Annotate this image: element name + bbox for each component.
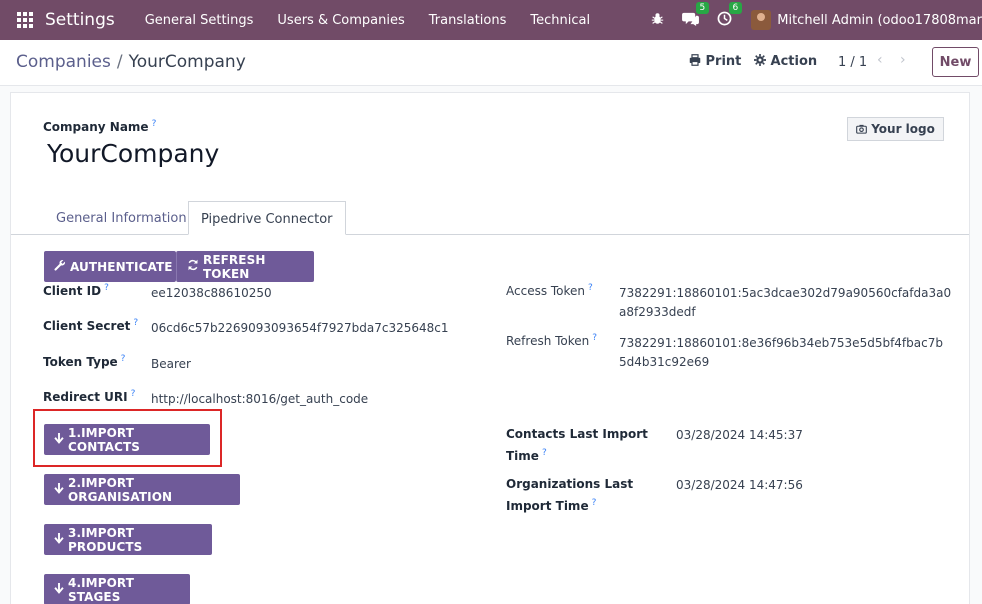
new-button[interactable]: New <box>932 47 979 77</box>
print-label: Print <box>705 54 742 69</box>
arrow-down-icon <box>54 582 64 597</box>
action-label: Action <box>770 54 818 69</box>
refresh-icon <box>187 259 199 274</box>
authenticate-button[interactable]: AUTHENTICATE <box>44 251 176 282</box>
import-contacts-button[interactable]: 1.IMPORT CONTACTS <box>44 424 210 455</box>
org-last-import-label-line-2: Import Time <box>506 499 589 513</box>
client-secret-value[interactable]: 06cd6c57b2269093093654f7927bda7c325648c1 <box>151 321 448 335</box>
arrow-down-icon <box>54 532 64 547</box>
help-icon[interactable]: ? <box>542 448 547 458</box>
print-button[interactable]: Print <box>689 54 741 69</box>
form-sheet: Company Name? YourCompany Your logo Gene… <box>10 92 970 604</box>
help-icon[interactable]: ? <box>592 333 597 343</box>
access-token-label: Access Token? <box>506 283 593 298</box>
contacts-last-import-label-line-1: Contacts Last Import <box>506 427 648 441</box>
import-contacts-label: 1.IMPORT CONTACTS <box>68 425 141 454</box>
pager-value[interactable]: 1 / 1 <box>838 55 867 70</box>
menu-users-companies[interactable]: Users & Companies <box>277 13 404 28</box>
logo-label: Your logo <box>871 122 935 136</box>
notebook-tabs: General Information Pipedrive Connector <box>11 201 969 235</box>
redirect-uri-value[interactable]: http://localhost:8016/get_auth_code <box>151 392 368 406</box>
chat-badge: 5 <box>695 1 710 14</box>
help-icon[interactable]: ? <box>121 354 126 364</box>
token-type-label-text: Token Type <box>43 355 118 369</box>
top-navbar: Settings General Settings Users & Compan… <box>0 0 982 40</box>
refresh-token-label: Refresh Token? <box>506 333 597 348</box>
client-secret-label-text: Client Secret <box>43 319 131 333</box>
help-icon[interactable]: ? <box>133 318 138 328</box>
refresh-token-value[interactable]: 7382291:18860101:8e36f96b34eb753e5d5bf4f… <box>619 334 943 372</box>
breadcrumb-current: YourCompany <box>128 52 246 72</box>
import-stages-button[interactable]: 4.IMPORT STAGES <box>44 574 190 604</box>
pager-next-icon[interactable]: › <box>900 52 906 68</box>
access-token-line-2: a8f2933dedf <box>619 305 696 319</box>
import-organisation-label: 2.IMPORT ORGANISATION <box>68 475 173 504</box>
import-products-button[interactable]: 3.IMPORT PRODUCTS <box>44 524 212 555</box>
help-icon[interactable]: ? <box>104 283 109 293</box>
org-last-import-value[interactable]: 03/28/2024 14:47:56 <box>676 478 803 492</box>
company-name-field[interactable]: YourCompany <box>47 139 219 168</box>
help-icon[interactable]: ? <box>152 119 157 129</box>
control-panel: Companies / YourCompany Print Action 1 / 1… <box>0 40 982 86</box>
client-id-value[interactable]: ee12038c88610250 <box>151 286 272 300</box>
access-token-line-1: 7382291:18860101:5ac3dcae302d79a90560cfa… <box>619 286 952 300</box>
arrow-down-icon <box>54 482 64 497</box>
apps-menu-icon[interactable] <box>17 12 33 28</box>
refresh-token-line-2: 5d4b31c92e69 <box>619 355 710 369</box>
company-name-label-text: Company Name <box>43 120 149 134</box>
help-icon[interactable]: ? <box>592 498 597 508</box>
contacts-last-import-label-line-2: Time <box>506 449 539 463</box>
bug-icon[interactable] <box>651 12 664 29</box>
activity-badge: 6 <box>728 1 743 14</box>
import-organisation-button[interactable]: 2.IMPORT ORGANISATION <box>44 474 240 505</box>
user-menu[interactable]: Mitchell Admin (odoo17808mar <box>777 13 982 28</box>
print-icon <box>689 54 706 69</box>
help-icon[interactable]: ? <box>588 283 593 293</box>
token-type-label: Token Type? <box>43 354 125 369</box>
breadcrumb-companies[interactable]: Companies <box>16 52 111 72</box>
access-token-label-text: Access Token <box>506 284 586 298</box>
refresh-token-label-text: Refresh Token <box>506 334 590 348</box>
company-name-label: Company Name? <box>43 119 156 134</box>
navbar-systray: 5 6 Mitchell Admin (odoo17808mar <box>642 0 982 40</box>
arrow-down-icon <box>54 432 64 447</box>
refresh-token-line-1: 7382291:18860101:8e36f96b34eb753e5d5bf4f… <box>619 336 943 350</box>
authenticate-label: AUTHENTICATE <box>70 259 173 274</box>
redirect-uri-label: Redirect URI? <box>43 389 135 404</box>
pager-previous-icon[interactable]: ‹ <box>877 52 883 68</box>
contacts-last-import-value[interactable]: 03/28/2024 14:45:37 <box>676 428 803 442</box>
logo-upload-button[interactable]: Your logo <box>847 117 944 141</box>
chat-icon[interactable]: 5 <box>682 1 710 30</box>
refresh-token-button[interactable]: REFRESH TOKEN <box>176 251 314 282</box>
org-last-import-label: Organizations Last Import Time? <box>506 475 633 516</box>
tab-general-information[interactable]: General Information <box>44 201 199 235</box>
token-type-value[interactable]: Bearer <box>151 357 191 371</box>
app-brand[interactable]: Settings <box>45 10 115 30</box>
wrench-icon <box>54 259 66 274</box>
access-token-value[interactable]: 7382291:18860101:5ac3dcae302d79a90560cfa… <box>619 284 951 322</box>
camera-icon <box>856 122 871 136</box>
client-id-label-text: Client ID <box>43 284 102 298</box>
client-secret-label: Client Secret? <box>43 318 138 333</box>
redirect-uri-label-text: Redirect URI <box>43 390 128 404</box>
breadcrumb-separator: / <box>116 52 123 72</box>
tab-pipedrive-connector[interactable]: Pipedrive Connector <box>188 201 346 235</box>
breadcrumb: Companies / YourCompany <box>16 52 246 72</box>
refresh-token-btn-label: REFRESH TOKEN <box>203 252 266 281</box>
action-button[interactable]: Action <box>754 54 817 69</box>
contacts-last-import-label: Contacts Last Import Time? <box>506 425 648 466</box>
org-last-import-label-line-1: Organizations Last <box>506 477 634 491</box>
gear-icon <box>754 54 771 69</box>
client-id-label: Client ID? <box>43 283 109 298</box>
menu-translations[interactable]: Translations <box>429 13 507 28</box>
menu-technical[interactable]: Technical <box>530 13 590 28</box>
help-icon[interactable]: ? <box>131 389 136 399</box>
user-avatar[interactable] <box>751 10 772 30</box>
import-products-label: 3.IMPORT PRODUCTS <box>68 525 143 554</box>
import-stages-label: 4.IMPORT STAGES <box>68 575 134 604</box>
activity-clock-icon[interactable]: 6 <box>717 1 743 30</box>
menu-general-settings[interactable]: General Settings <box>145 13 254 28</box>
